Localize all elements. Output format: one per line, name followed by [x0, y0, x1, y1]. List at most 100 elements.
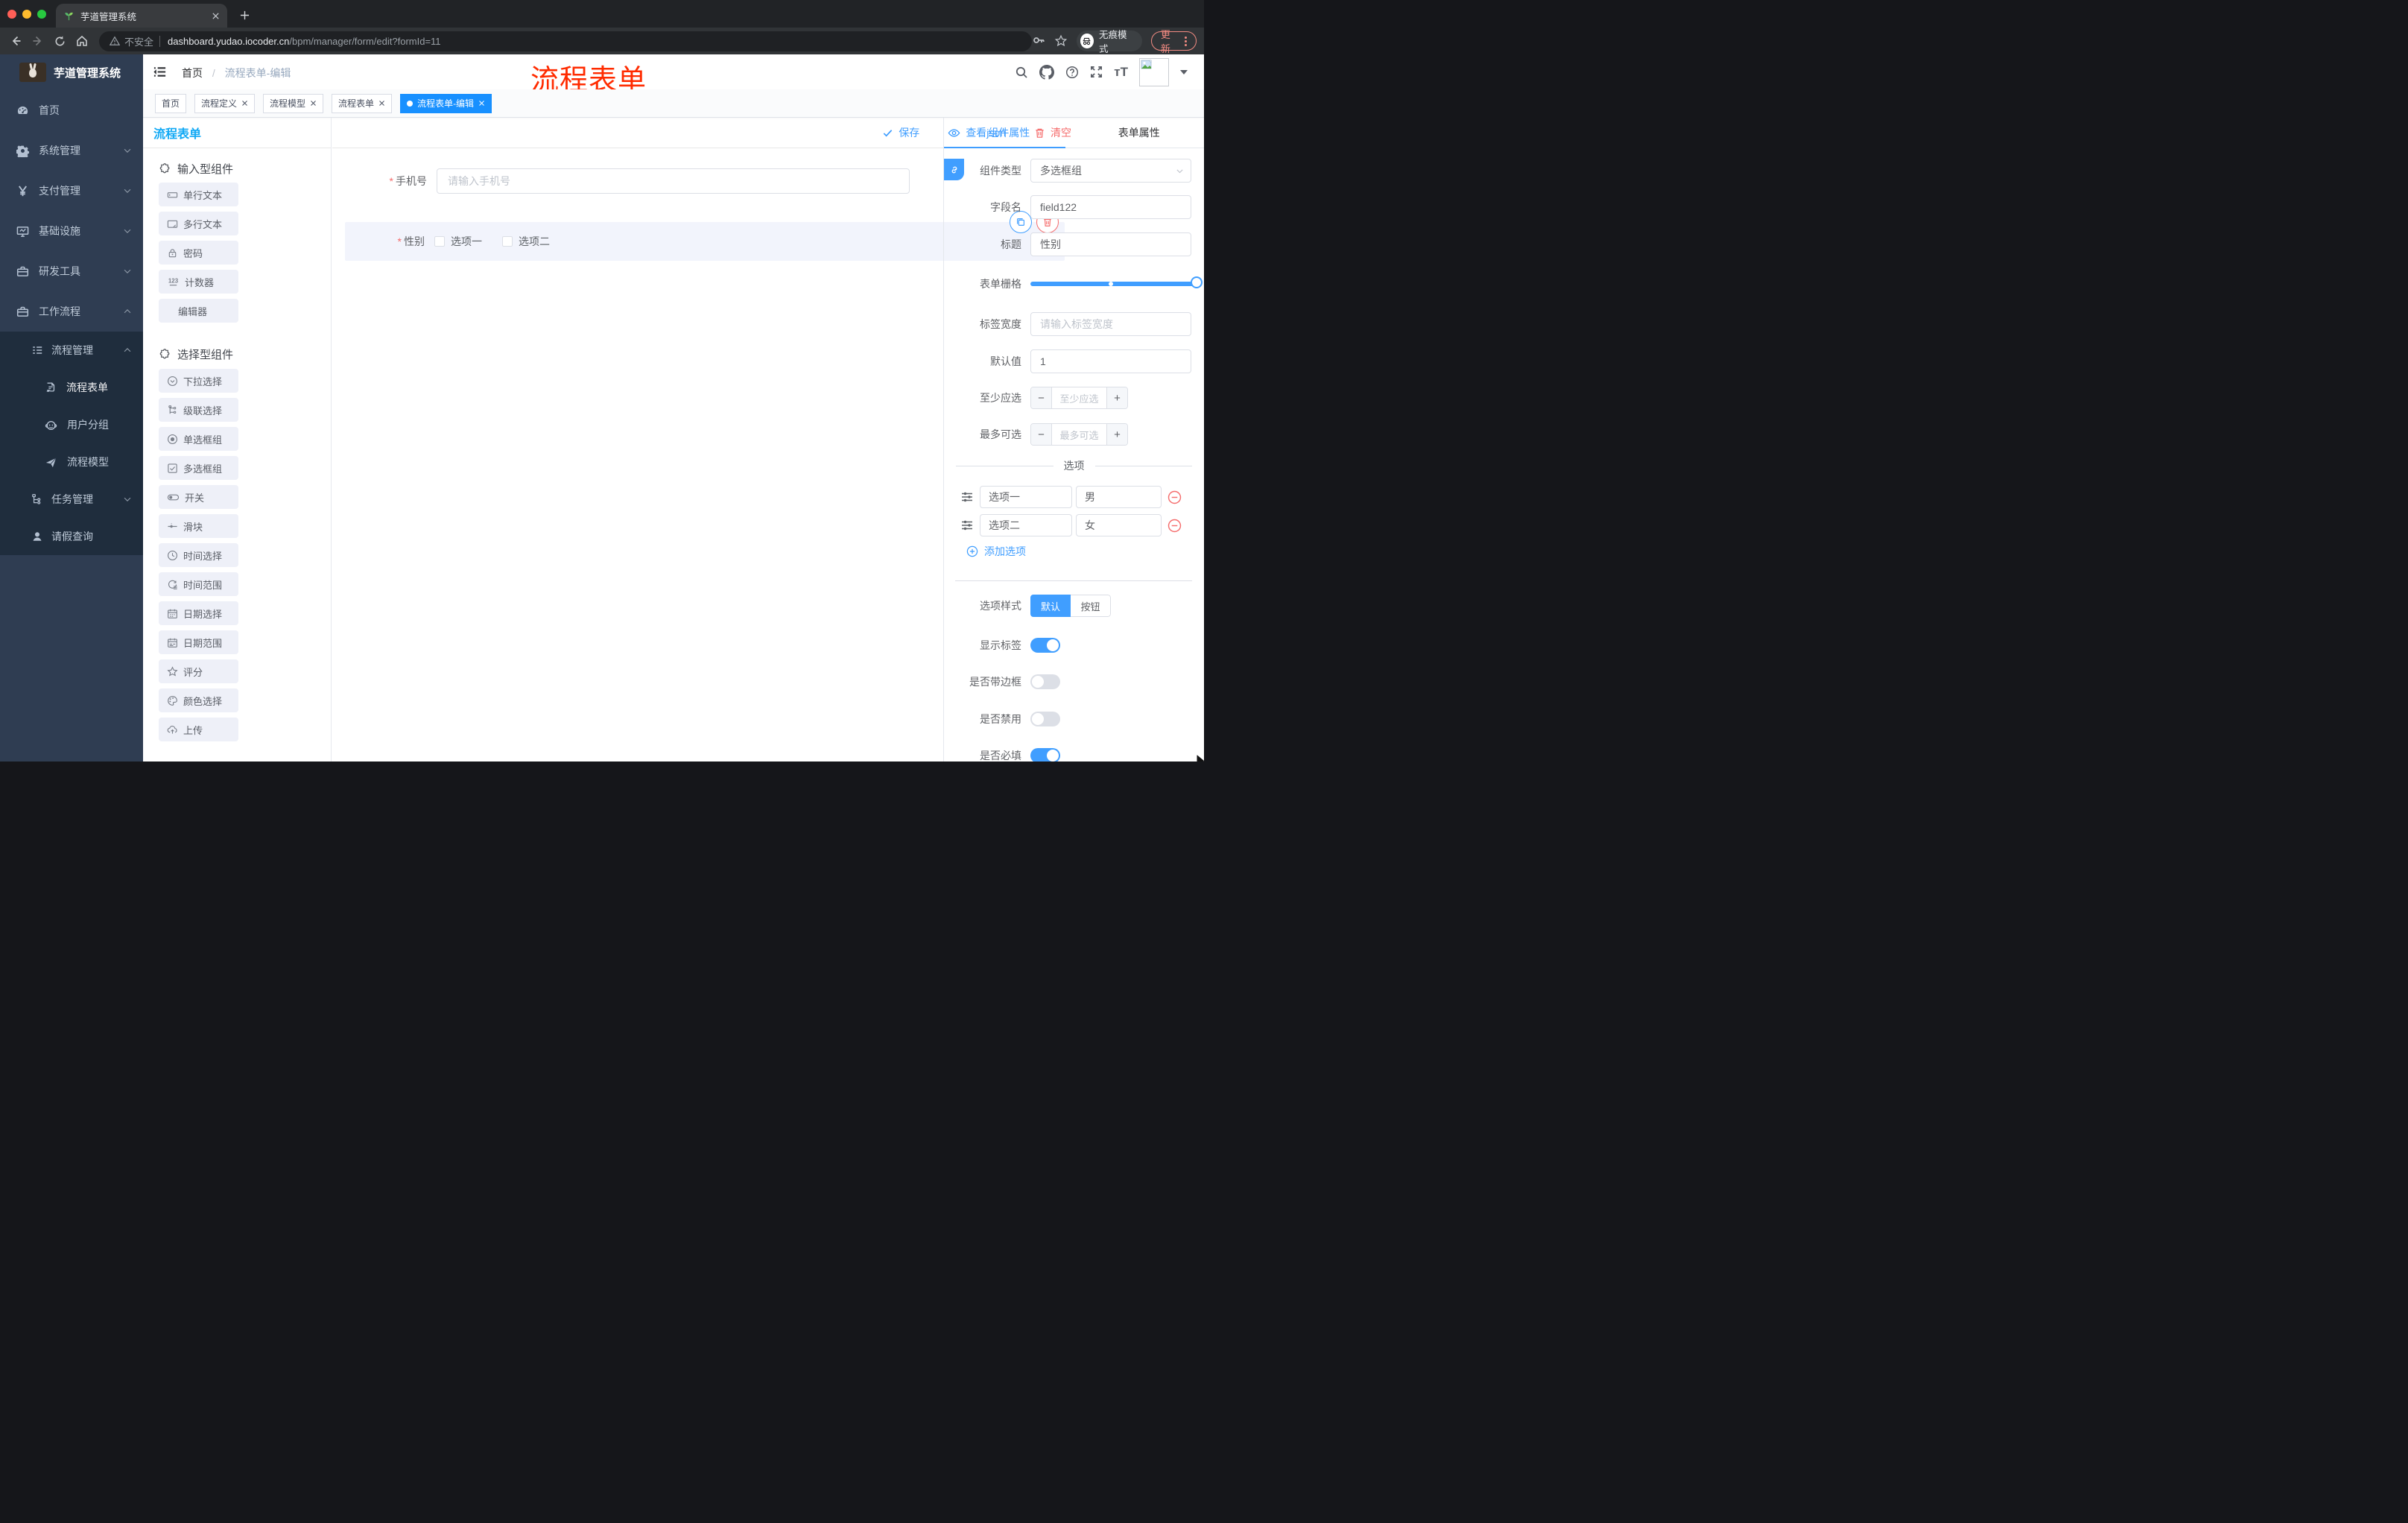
drag-handle-icon[interactable]: [960, 490, 974, 504]
remove-option-icon[interactable]: [1167, 519, 1182, 533]
tab-form-props[interactable]: 表单属性: [1074, 118, 1205, 148]
update-button[interactable]: 更新: [1150, 29, 1197, 54]
browser-tab[interactable]: 芋道管理系统: [56, 4, 227, 28]
font-size-icon[interactable]: ᴛT: [1114, 65, 1128, 80]
tag-process-model[interactable]: 流程模型: [263, 93, 324, 113]
label-width-input[interactable]: 请输入标签宽度: [1030, 312, 1191, 336]
field-name-input[interactable]: field122: [1030, 195, 1191, 219]
sidebar-item-process-model[interactable]: 流程模型: [0, 443, 143, 481]
sidebar-item-leave-query[interactable]: 请假查询: [0, 518, 143, 555]
tag-close-icon[interactable]: [310, 100, 317, 107]
option-value-input[interactable]: 女: [1076, 514, 1162, 536]
stepper-decrease-button[interactable]: −: [1031, 424, 1052, 445]
drag-handle-icon[interactable]: [960, 519, 974, 532]
forward-icon[interactable]: [31, 34, 45, 48]
avatar[interactable]: [1139, 57, 1169, 86]
palette-item-color-picker[interactable]: 颜色选择: [159, 688, 238, 712]
tag-close-icon[interactable]: [378, 100, 385, 107]
palette-item-date-range[interactable]: 日期范围: [159, 630, 238, 654]
default-value-input[interactable]: 1: [1030, 349, 1191, 373]
new-tab-button[interactable]: [235, 6, 254, 25]
palette-item-rate[interactable]: 评分: [159, 659, 238, 683]
close-window-button[interactable]: [7, 10, 16, 19]
palette-item-radio-group[interactable]: 单选框组: [159, 427, 238, 451]
stepper-decrease-button[interactable]: −: [1031, 387, 1052, 408]
sidebar-item-task-mgmt[interactable]: 任务管理: [0, 481, 143, 518]
sidebar-item-process-form[interactable]: 流程表单: [0, 369, 143, 406]
with-border-toggle[interactable]: [1030, 674, 1060, 689]
option-value-input[interactable]: 男: [1076, 486, 1162, 508]
password-key-icon[interactable]: [1032, 34, 1045, 48]
palette-item-checkbox-group[interactable]: 多选框组: [159, 456, 238, 480]
style-default-button[interactable]: 默认: [1030, 595, 1071, 617]
breadcrumb-home[interactable]: 首页: [182, 67, 203, 79]
bookmark-star-icon[interactable]: [1054, 34, 1068, 48]
address-bar[interactable]: 不安全 dashboard.yudao.iocoder.cn/bpm/manag…: [99, 31, 1032, 51]
sidebar-item-system[interactable]: 系统管理: [0, 130, 143, 171]
option-label-input[interactable]: 选项一: [980, 486, 1072, 508]
fullscreen-icon[interactable]: [1090, 66, 1103, 78]
stepper-increase-button[interactable]: +: [1106, 387, 1127, 408]
gender-option-1-checkbox[interactable]: 选项一: [434, 234, 482, 249]
sidebar-item-workflow[interactable]: 工作流程: [0, 291, 143, 332]
form-grid-slider[interactable]: [1030, 274, 1203, 294]
palette-item-upload[interactable]: 上传: [159, 718, 238, 741]
tag-close-icon[interactable]: [478, 100, 485, 107]
browser-menu-icon[interactable]: [1185, 36, 1187, 46]
tag-close-icon[interactable]: [241, 100, 248, 107]
sidebar-item-infra[interactable]: 基础设施: [0, 211, 143, 251]
palette-item-password[interactable]: 密码: [159, 241, 238, 265]
stepper-input[interactable]: 最多可选: [1052, 424, 1106, 445]
back-icon[interactable]: [9, 34, 22, 48]
slider-track[interactable]: [1030, 282, 1201, 286]
sidebar-item-user-group[interactable]: 用户分组: [0, 406, 143, 443]
stepper-input[interactable]: 至少应选: [1052, 387, 1106, 408]
required-toggle[interactable]: [1030, 748, 1060, 762]
github-icon[interactable]: [1039, 65, 1054, 80]
sidebar-item-home[interactable]: 首页: [0, 90, 143, 130]
show-label-toggle[interactable]: [1030, 638, 1060, 653]
gender-option-2-checkbox[interactable]: 选项二: [502, 234, 550, 249]
title-input[interactable]: 性别: [1030, 232, 1191, 256]
remove-option-icon[interactable]: [1167, 490, 1182, 504]
field-link-tag[interactable]: [944, 159, 964, 180]
sidebar-logo[interactable]: 芋道管理系统: [0, 54, 143, 90]
palette-item-counter[interactable]: 计数器: [159, 270, 238, 294]
palette-item-switch[interactable]: 开关: [159, 485, 238, 509]
maximize-window-button[interactable]: [37, 10, 46, 19]
tab-close-icon[interactable]: [212, 12, 220, 20]
palette-item-cascader[interactable]: 级联选择: [159, 398, 238, 422]
search-icon[interactable]: [1015, 66, 1028, 79]
sidebar-item-process-mgmt[interactable]: 流程管理: [0, 332, 143, 369]
palette-item-time-range[interactable]: 时间范围: [159, 572, 238, 596]
disabled-toggle[interactable]: [1030, 712, 1060, 726]
collapse-sidebar-icon[interactable]: [153, 65, 167, 79]
avatar-caret-icon[interactable]: [1180, 69, 1188, 78]
palette-item-slider[interactable]: 滑块: [159, 514, 238, 538]
option-label-input[interactable]: 选项二: [980, 514, 1072, 536]
palette-item-dropdown[interactable]: 下拉选择: [159, 369, 238, 393]
window-controls[interactable]: [7, 10, 46, 19]
sidebar-item-devtools[interactable]: 研发工具: [0, 251, 143, 291]
reload-icon[interactable]: [54, 35, 66, 48]
home-icon[interactable]: [75, 34, 89, 48]
minimize-window-button[interactable]: [22, 10, 31, 19]
phone-input[interactable]: 请输入手机号: [437, 168, 910, 194]
tag-home[interactable]: 首页: [155, 93, 187, 113]
palette-item-multi-line-text[interactable]: 多行文本: [159, 212, 238, 235]
stepper-increase-button[interactable]: +: [1106, 424, 1127, 445]
palette-item-single-line-text[interactable]: 单行文本: [159, 183, 238, 206]
add-option-button[interactable]: 添加选项: [944, 544, 1204, 559]
component-type-select[interactable]: 多选框组: [1030, 159, 1191, 183]
save-button[interactable]: 保存: [882, 125, 919, 140]
palette-item-editor[interactable]: 编辑器: [159, 299, 238, 323]
help-icon[interactable]: [1065, 66, 1079, 79]
sidebar-item-payment[interactable]: 支付管理: [0, 171, 143, 211]
slider-thumb[interactable]: [1191, 276, 1203, 288]
tag-process-definition[interactable]: 流程定义: [194, 93, 256, 113]
palette-item-time-picker[interactable]: 时间选择: [159, 543, 238, 567]
style-button-button[interactable]: 按钮: [1071, 595, 1111, 617]
palette-item-date-picker[interactable]: 日期选择: [159, 601, 238, 625]
tag-process-form[interactable]: 流程表单: [332, 93, 393, 113]
tab-component-props[interactable]: 组件属性: [944, 118, 1074, 148]
